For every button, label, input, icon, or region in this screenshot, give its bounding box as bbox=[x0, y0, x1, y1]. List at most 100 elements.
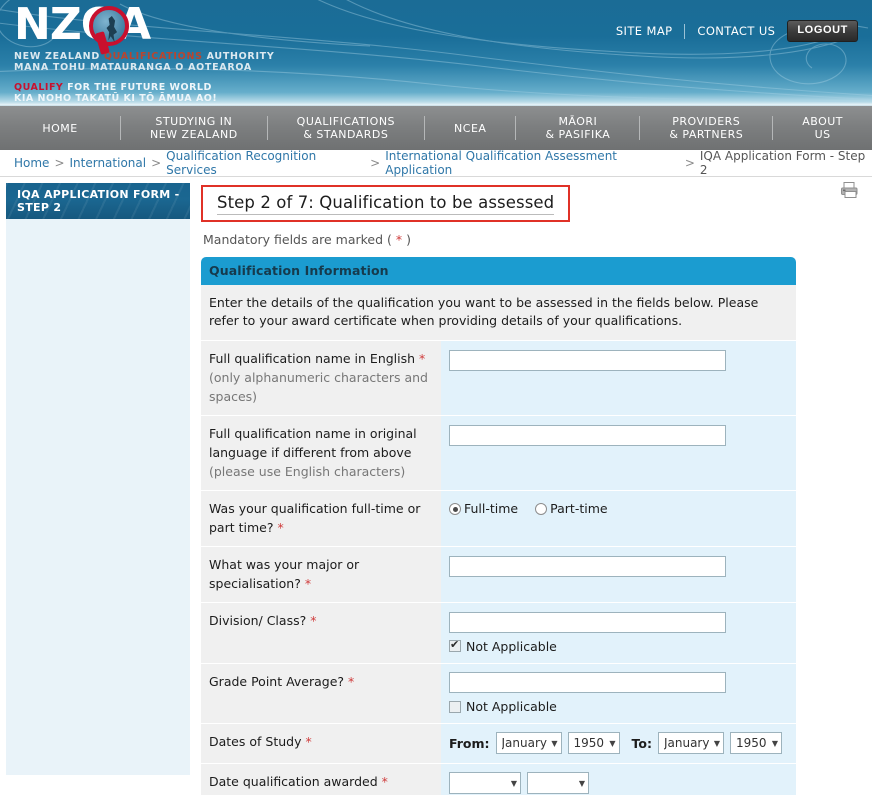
site-map-link[interactable]: SITE MAP bbox=[616, 24, 673, 38]
radio-option-part-time[interactable]: Part-time bbox=[535, 501, 608, 516]
gpa-input[interactable] bbox=[449, 672, 726, 693]
field-cell-gpa: Not Applicable bbox=[441, 663, 796, 723]
required-star: * bbox=[310, 613, 317, 628]
breadcrumb-separator: > bbox=[54, 156, 65, 170]
logo-letters: NZQA bbox=[14, 0, 151, 50]
division-class-input[interactable] bbox=[449, 611, 726, 633]
field-label-full-name-original: Full qualification name in original lang… bbox=[201, 416, 441, 490]
form-panel: Qualification Information Enter the deta… bbox=[201, 257, 796, 795]
radio-icon-part-time[interactable] bbox=[535, 502, 548, 515]
breadcrumb-item-home[interactable]: Home bbox=[14, 156, 49, 170]
form-row-study-mode: Was your qualification full-time or part… bbox=[201, 491, 796, 547]
nav-item-providers-partners[interactable]: PROVIDERS & PARTNERS bbox=[640, 115, 772, 141]
section-header-qualification-information: Qualification Information bbox=[201, 257, 796, 285]
page-title: Step 2 of 7: Qualification to be assesse… bbox=[201, 185, 571, 222]
dates-to-month-select[interactable]: January ▼ bbox=[657, 732, 724, 754]
checkbox-icon-checked[interactable] bbox=[449, 638, 461, 652]
field-cell-study-mode: Full-time Part-time bbox=[441, 491, 796, 546]
date-awarded-month-select[interactable]: ▼ bbox=[449, 772, 521, 794]
mandatory-note-post: ) bbox=[402, 232, 411, 247]
checkbox-division-class-not-applicable[interactable]: Not Applicable bbox=[449, 638, 788, 654]
field-label-study-mode: Was your qualification full-time or part… bbox=[201, 491, 441, 546]
nzqa-logo[interactable]: NZQA NEW ZEALAND QUALIFICATIONS AUTHORIT… bbox=[14, 0, 274, 105]
sidebar-body bbox=[6, 219, 190, 775]
required-star: * bbox=[277, 520, 284, 535]
full-name-original-input[interactable] bbox=[449, 424, 726, 446]
field-label-gpa: Grade Point Average? * bbox=[201, 663, 441, 723]
checkbox-label-gpa-na: Not Applicable bbox=[466, 699, 557, 714]
mandatory-note-pre: Mandatory fields are marked ( bbox=[203, 232, 396, 247]
site-banner: NZQA NEW ZEALAND QUALIFICATIONS AUTHORIT… bbox=[0, 0, 872, 105]
field-cell-date-awarded: ▼ ▼ bbox=[441, 764, 796, 795]
form-row-date-awarded: Date qualification awarded * ▼ ▼ bbox=[201, 764, 796, 795]
checkbox-label-division-class-na: Not Applicable bbox=[466, 638, 557, 654]
chevron-down-icon: ▼ bbox=[551, 738, 558, 748]
contact-us-link[interactable]: CONTACT US bbox=[697, 24, 775, 38]
date-awarded-year-select[interactable]: ▼ bbox=[527, 772, 589, 794]
breadcrumb-separator: > bbox=[151, 156, 162, 170]
field-cell-division-class: Not Applicable bbox=[441, 603, 796, 663]
sidebar: IQA APPLICATION FORM - STEP 2 bbox=[0, 177, 190, 795]
utility-nav: SITE MAP CONTACT US LOGOUT bbox=[616, 20, 858, 42]
nav-item-maori-pasifika[interactable]: MĀORI & PASIFIKA bbox=[516, 115, 639, 141]
nav-item-home[interactable]: HOME bbox=[0, 122, 120, 135]
nav-item-qualifications-standards[interactable]: QUALIFICATIONS & STANDARDS bbox=[268, 115, 424, 141]
form-row-gpa: Grade Point Average? * Not Applicable bbox=[201, 663, 796, 724]
field-cell-major bbox=[441, 547, 796, 602]
main-navigation: HOME STUDYING IN NEW ZEALAND QUALIFICATIO… bbox=[0, 105, 872, 150]
major-input[interactable] bbox=[449, 555, 726, 577]
form-row-dates-of-study: Dates of Study * From: January ▼ 1950 ▼ bbox=[201, 724, 796, 764]
kiwi-map-icon bbox=[106, 16, 118, 42]
field-hint-full-name-original: (please use English characters) bbox=[209, 464, 406, 479]
logout-button[interactable]: LOGOUT bbox=[787, 20, 858, 42]
field-cell-full-name-english bbox=[441, 341, 796, 415]
study-mode-radio-group: Full-time Part-time bbox=[449, 499, 788, 516]
dates-to-month-value: January bbox=[663, 736, 710, 750]
chevron-down-icon: ▼ bbox=[609, 738, 616, 748]
breadcrumb: Home > International > Qualification Rec… bbox=[0, 149, 872, 177]
dates-from-year-select[interactable]: 1950 ▼ bbox=[567, 732, 620, 754]
dates-to-year-select[interactable]: 1950 ▼ bbox=[729, 732, 782, 754]
dates-of-study-controls: From: January ▼ 1950 ▼ To: January ▼ 195… bbox=[449, 732, 788, 754]
form-row-full-name-english: Full qualification name in English * (on… bbox=[201, 341, 796, 416]
chevron-down-icon: ▼ bbox=[713, 738, 720, 748]
required-star: * bbox=[304, 576, 312, 591]
field-label-division-class: Division/ Class? * bbox=[201, 603, 441, 663]
breadcrumb-item-international-qualification-assessment-application[interactable]: International Qualification Assessment A… bbox=[385, 149, 680, 177]
dates-from-label: From: bbox=[449, 735, 490, 751]
mandatory-note: Mandatory fields are marked ( * ) bbox=[203, 232, 872, 247]
nav-item-studying-in-new-zealand[interactable]: STUDYING IN NEW ZEALAND bbox=[121, 115, 267, 141]
page-root: NZQA NEW ZEALAND QUALIFICATIONS AUTHORIT… bbox=[0, 0, 872, 795]
radio-icon-full-time[interactable] bbox=[449, 502, 461, 515]
form-row-division-class: Division/ Class? * Not Applicable bbox=[201, 603, 796, 664]
sidebar-header: IQA APPLICATION FORM - STEP 2 bbox=[6, 183, 190, 219]
field-label-dates-of-study: Dates of Study * bbox=[201, 724, 441, 763]
nav-item-ncea[interactable]: NCEA bbox=[425, 122, 515, 135]
dates-from-month-select[interactable]: January ▼ bbox=[495, 732, 562, 754]
breadcrumb-item-current: IQA Application Form - Step 2 bbox=[699, 149, 866, 177]
field-cell-dates-of-study: From: January ▼ 1950 ▼ To: January ▼ 195… bbox=[441, 724, 796, 763]
field-label-full-name-english: Full qualification name in English * (on… bbox=[201, 341, 441, 415]
checkbox-icon-unchecked[interactable] bbox=[449, 700, 461, 713]
radio-option-full-time[interactable]: Full-time bbox=[449, 501, 518, 516]
form-row-major: What was your major or specialisation? * bbox=[201, 547, 796, 603]
checkbox-gpa-not-applicable[interactable]: Not Applicable bbox=[449, 699, 788, 714]
page-body: IQA APPLICATION FORM - STEP 2 Step 2 of … bbox=[0, 177, 872, 795]
radio-label-part-time: Part-time bbox=[550, 501, 608, 516]
dates-to-label: To: bbox=[631, 735, 652, 751]
field-hint-full-name-english: (only alphanumeric characters and spaces… bbox=[209, 370, 428, 404]
section-intro-text: Enter the details of the qualification y… bbox=[201, 285, 796, 341]
required-star: * bbox=[348, 673, 355, 689]
breadcrumb-separator: > bbox=[370, 156, 381, 170]
main-content: Step 2 of 7: Qualification to be assesse… bbox=[190, 177, 872, 795]
full-name-english-input[interactable] bbox=[449, 349, 726, 371]
chevron-down-icon: ▼ bbox=[578, 778, 585, 788]
printer-icon[interactable] bbox=[840, 181, 860, 199]
breadcrumb-item-qualification-recognition-services[interactable]: Qualification Recognition Services bbox=[166, 149, 365, 177]
nav-item-about-us[interactable]: ABOUT US bbox=[773, 115, 872, 141]
brand-line-maori: MANA TOHU MATAURANGA O AOTEAROA bbox=[14, 62, 252, 73]
breadcrumb-item-international[interactable]: International bbox=[70, 156, 147, 170]
required-star: * bbox=[419, 351, 426, 366]
date-awarded-controls: ▼ ▼ bbox=[449, 772, 788, 794]
required-star: * bbox=[305, 734, 312, 749]
